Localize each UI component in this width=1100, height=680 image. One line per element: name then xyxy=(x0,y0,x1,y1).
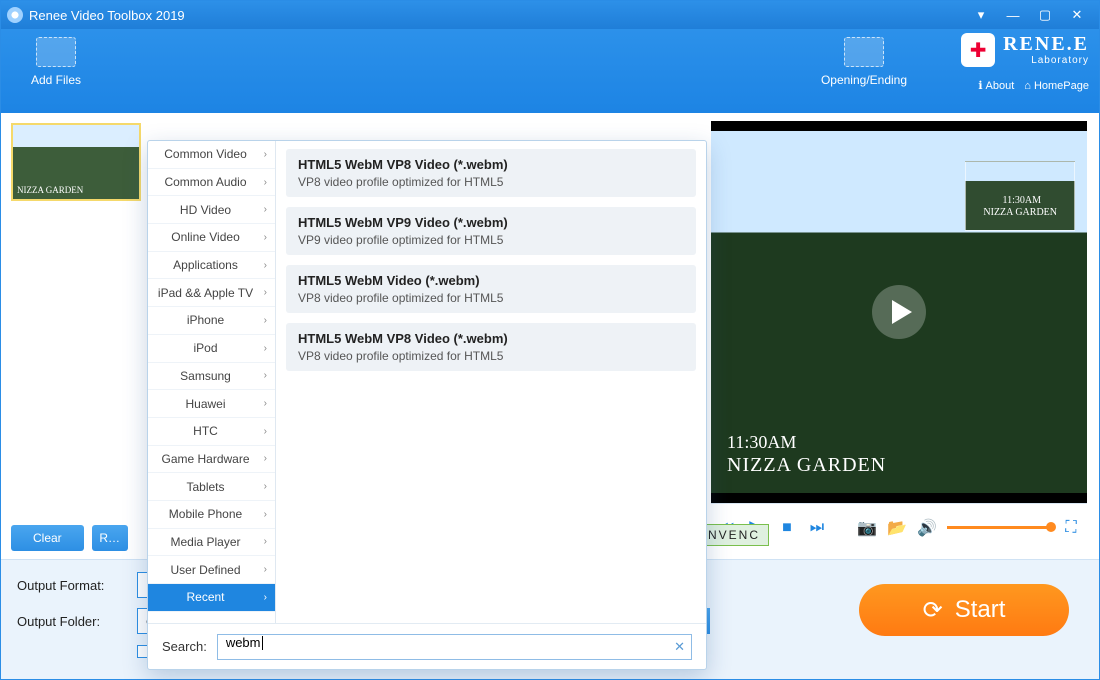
category-item[interactable]: Applications› xyxy=(148,252,275,280)
result-title: HTML5 WebM VP8 Video (*.webm) xyxy=(298,331,684,346)
chevron-right-icon: › xyxy=(264,398,267,409)
result-title: HTML5 WebM VP8 Video (*.webm) xyxy=(298,157,684,172)
category-item[interactable]: User Defined› xyxy=(148,556,275,584)
category-item[interactable]: HD Video› xyxy=(148,196,275,224)
opening-ending-label: Opening/Ending xyxy=(821,73,907,87)
result-desc: VP8 video profile optimized for HTML5 xyxy=(298,291,684,305)
volume-slider[interactable] xyxy=(947,526,1051,529)
format-result-item[interactable]: HTML5 WebM VP8 Video (*.webm) VP8 video p… xyxy=(286,149,696,197)
app-logo-icon xyxy=(7,7,23,23)
category-item[interactable]: Media Player› xyxy=(148,529,275,557)
category-list: Common Video›Common Audio›HD Video›Onlin… xyxy=(148,141,276,623)
chevron-right-icon: › xyxy=(264,315,267,326)
category-item[interactable]: Online Video› xyxy=(148,224,275,252)
close-button[interactable]: ✕ xyxy=(1061,5,1093,25)
minimize-button[interactable]: — xyxy=(997,5,1029,25)
output-folder-label: Output Folder: xyxy=(17,614,137,629)
category-item[interactable]: iPod› xyxy=(148,335,275,363)
play-overlay-icon[interactable] xyxy=(872,285,926,339)
homepage-link[interactable]: ⌂ HomePage xyxy=(1024,79,1089,92)
brand-block: RENE.E Laboratory ℹ About ⌂ HomePage xyxy=(961,33,1089,67)
chevron-right-icon: › xyxy=(264,536,267,547)
brand-sub: Laboratory xyxy=(1003,55,1089,66)
chevron-right-icon: › xyxy=(264,592,267,603)
preview-pane: 11:30AM NIZZA GARDEN 11:30AM NIZZA GARDE… xyxy=(711,113,1099,559)
result-title: HTML5 WebM Video (*.webm) xyxy=(298,273,684,288)
result-title: HTML5 WebM VP9 Video (*.webm) xyxy=(298,215,684,230)
preview-screen[interactable]: 11:30AM NIZZA GARDEN 11:30AM NIZZA GARDE… xyxy=(711,121,1087,503)
chevron-right-icon: › xyxy=(264,453,267,464)
category-item[interactable]: Common Audio› xyxy=(148,169,275,197)
category-item[interactable]: Huawei› xyxy=(148,390,275,418)
start-button[interactable]: ⟳ Start xyxy=(859,584,1069,636)
category-item[interactable]: Game Hardware› xyxy=(148,446,275,474)
chevron-right-icon: › xyxy=(264,177,267,188)
fullscreen-button[interactable]: ⛶ xyxy=(1061,519,1081,537)
open-folder-button[interactable]: 📂 xyxy=(887,518,907,538)
search-input[interactable]: webm ✕ xyxy=(217,634,692,660)
refresh-icon: ⟳ xyxy=(923,596,943,625)
category-item[interactable]: Mobile Phone› xyxy=(148,501,275,529)
add-files-label: Add Files xyxy=(31,73,81,87)
chevron-right-icon: › xyxy=(264,232,267,243)
chevron-right-icon: › xyxy=(264,509,267,520)
chevron-right-icon: › xyxy=(264,287,267,298)
chevron-right-icon: › xyxy=(264,204,267,215)
result-list: HTML5 WebM VP8 Video (*.webm) VP8 video p… xyxy=(276,141,706,623)
next-button[interactable]: ⏭ xyxy=(807,519,827,537)
category-item[interactable]: HTC› xyxy=(148,418,275,446)
opening-ending-button[interactable]: Opening/Ending xyxy=(819,37,909,87)
title-bar: Renee Video Toolbox 2019 ▾ — ▢ ✕ xyxy=(1,1,1099,29)
chevron-right-icon: › xyxy=(264,481,267,492)
pip-time: 11:30AM xyxy=(1002,195,1041,206)
chevron-right-icon: › xyxy=(264,260,267,271)
format-result-item[interactable]: HTML5 WebM VP8 Video (*.webm) VP8 video p… xyxy=(286,323,696,371)
pip-caption: NIZZA GARDEN xyxy=(983,207,1057,218)
category-item[interactable]: Common Video› xyxy=(148,141,275,169)
format-picker-popup: Common Video›Common Audio›HD Video›Onlin… xyxy=(147,140,707,670)
brand-cross-icon xyxy=(961,33,995,67)
result-desc: VP9 video profile optimized for HTML5 xyxy=(298,233,684,247)
menu-dropdown-button[interactable]: ▾ xyxy=(965,5,997,25)
chevron-right-icon: › xyxy=(264,370,267,381)
chevron-right-icon: › xyxy=(264,564,267,575)
thumb-caption: NIZZA GARDEN xyxy=(17,185,83,195)
preview-time: 11:30AM xyxy=(727,432,796,453)
search-label: Search: xyxy=(162,639,207,654)
category-item[interactable]: Samsung› xyxy=(148,363,275,391)
format-result-item[interactable]: HTML5 WebM Video (*.webm) VP8 video profi… xyxy=(286,265,696,313)
result-desc: VP8 video profile optimized for HTML5 xyxy=(298,175,684,189)
output-format-label: Output Format: xyxy=(17,578,137,593)
opening-ending-icon xyxy=(844,37,884,67)
category-item[interactable]: Recent› xyxy=(148,584,275,612)
volume-icon[interactable]: 🔊 xyxy=(917,518,937,538)
category-item[interactable]: Tablets› xyxy=(148,473,275,501)
clear-search-icon[interactable]: ✕ xyxy=(674,639,685,655)
chevron-right-icon: › xyxy=(264,149,267,160)
add-files-icon xyxy=(36,37,76,67)
preview-caption: NIZZA GARDEN xyxy=(727,454,886,477)
maximize-button[interactable]: ▢ xyxy=(1029,5,1061,25)
about-link[interactable]: ℹ About xyxy=(978,79,1014,92)
main-toolbar: Add Files Opening/Ending RENE.E Laborato… xyxy=(1,29,1099,113)
remove-button[interactable]: R… xyxy=(92,525,128,551)
add-files-button[interactable]: Add Files xyxy=(11,37,101,87)
app-title: Renee Video Toolbox 2019 xyxy=(29,8,185,23)
chevron-right-icon: › xyxy=(264,426,267,437)
search-value: webm xyxy=(226,635,261,650)
snapshot-button[interactable]: 📷 xyxy=(857,518,877,538)
result-desc: VP8 video profile optimized for HTML5 xyxy=(298,349,684,363)
stop-button[interactable]: ■ xyxy=(777,519,797,537)
category-item[interactable]: iPhone› xyxy=(148,307,275,335)
format-result-item[interactable]: HTML5 WebM VP9 Video (*.webm) VP9 video p… xyxy=(286,207,696,255)
video-list-item[interactable]: NIZZA GARDEN xyxy=(11,123,141,201)
clear-button[interactable]: Clear xyxy=(11,525,84,551)
chevron-right-icon: › xyxy=(264,343,267,354)
brand-name: RENE.E xyxy=(1003,33,1089,55)
category-item[interactable]: iPad && Apple TV› xyxy=(148,279,275,307)
